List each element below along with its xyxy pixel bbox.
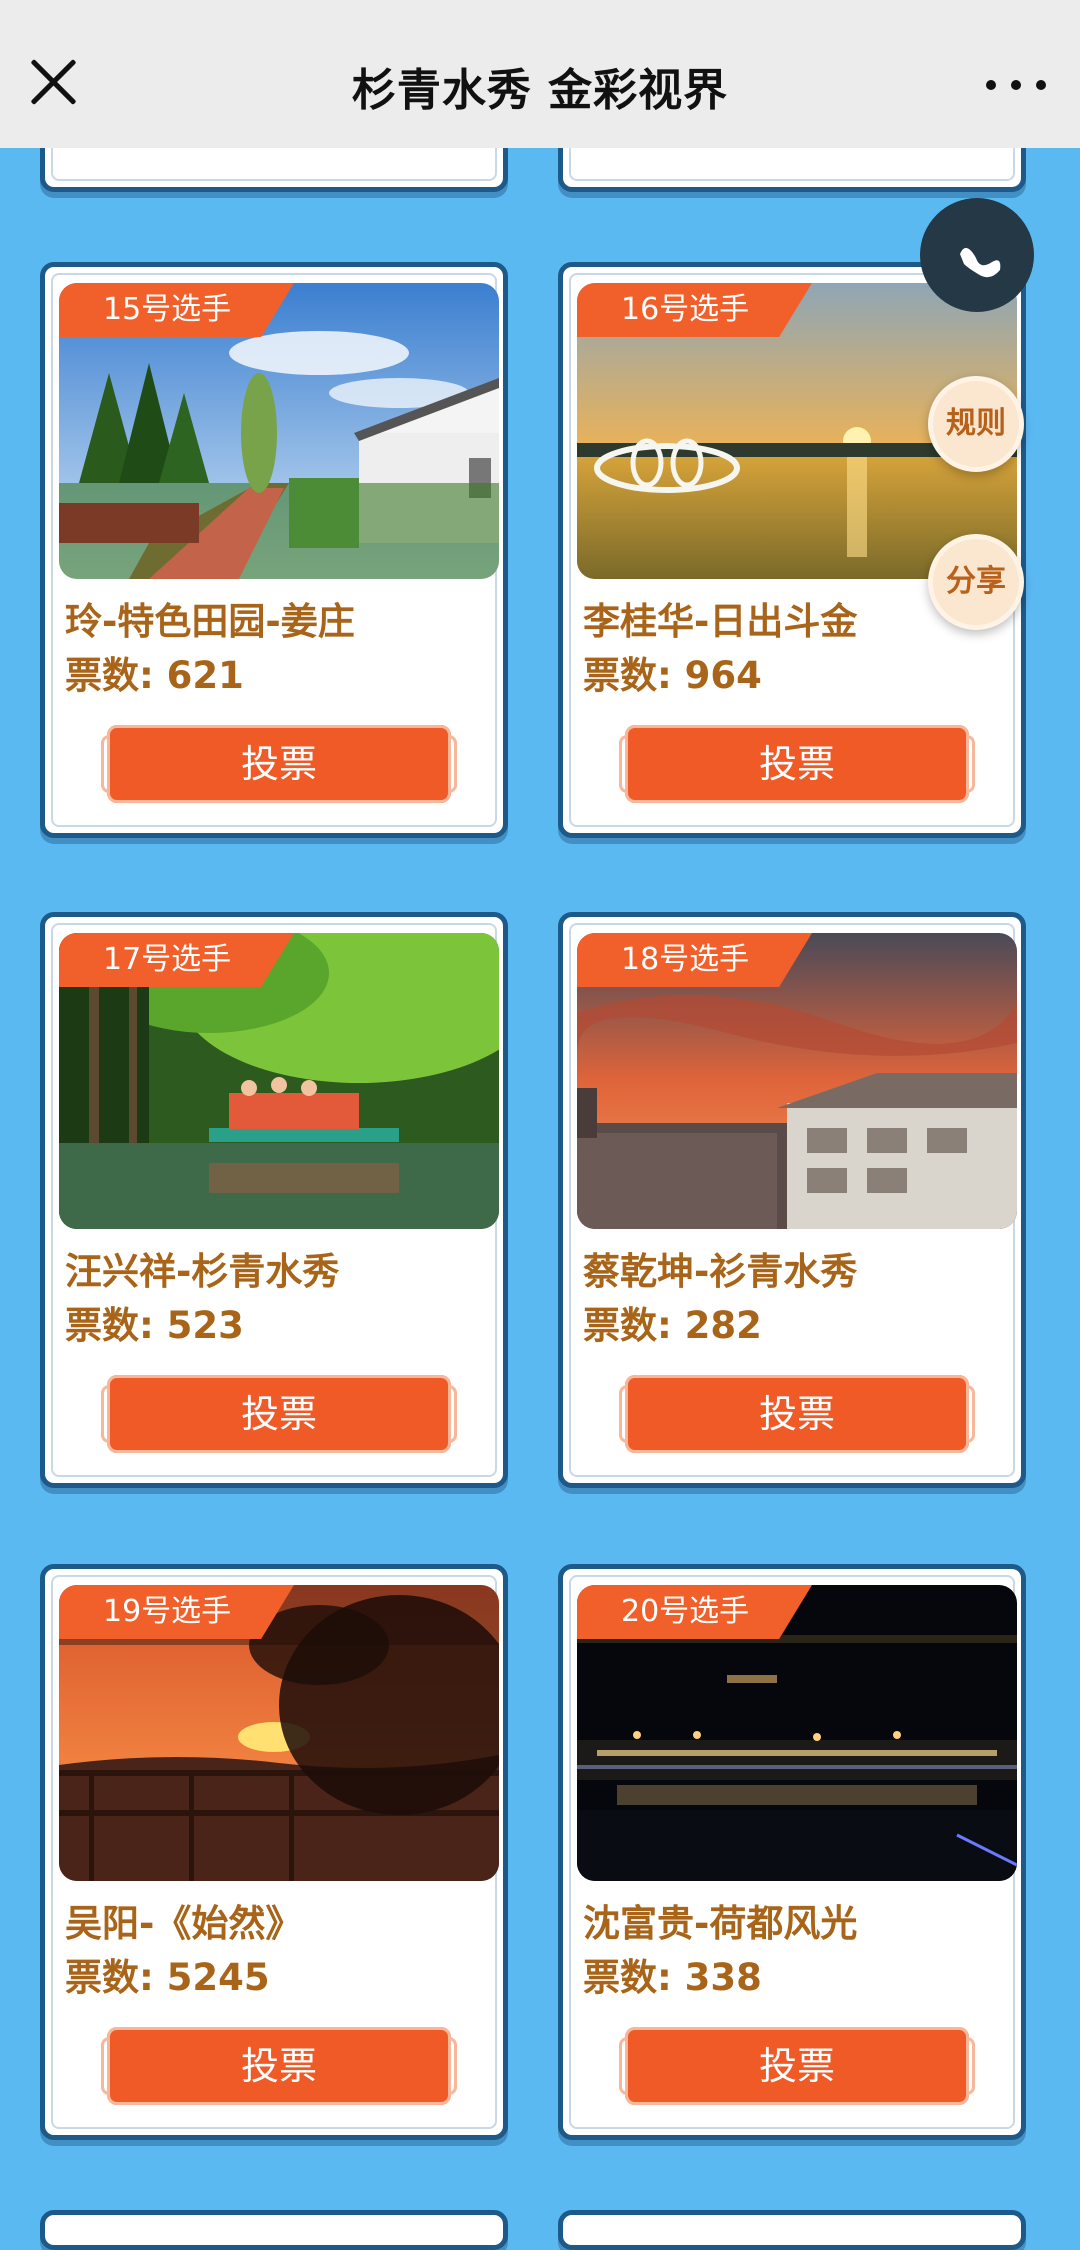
contestant-number-badge: 19号选手	[59, 1585, 294, 1639]
share-button[interactable]: 分享	[928, 534, 1024, 630]
more-options-icon[interactable]	[986, 70, 1046, 100]
music-icon	[960, 247, 1001, 278]
entry-title: 汪兴祥-杉青水秀	[65, 1250, 340, 1293]
contestant-card: 17号选手 汪兴祥-杉青水秀 票数: 523 投票	[40, 912, 508, 1488]
vote-count: 票数: 338	[583, 1956, 762, 1999]
contestant-card: 15号选手 玲-特色田园-姜庄 票数: 621 投票	[40, 262, 508, 838]
vote-button[interactable]: 投票	[101, 725, 457, 803]
vote-button[interactable]: 投票	[619, 1375, 975, 1453]
contestant-number-badge: 17号选手	[59, 933, 294, 987]
contestant-number-badge: 20号选手	[577, 1585, 812, 1639]
vote-button[interactable]: 投票	[619, 725, 975, 803]
entry-title: 玲-特色田园-姜庄	[65, 600, 355, 643]
entry-title: 蔡乾坤-衫青水秀	[583, 1250, 858, 1293]
entry-title: 李桂华-日出斗金	[583, 600, 858, 643]
contestant-number-badge: 18号选手	[577, 933, 812, 987]
contestant-card: 18号选手 蔡乾坤-衫青水秀 票数: 282 投票	[558, 912, 1026, 1488]
vote-button[interactable]: 投票	[619, 2027, 975, 2105]
vote-count: 票数: 523	[65, 1304, 244, 1347]
contestant-card: 19号选手 吴阳-《始然》 票数: 5245 投票	[40, 1564, 508, 2140]
music-toggle-button[interactable]	[920, 198, 1034, 312]
entry-title: 沈富贵-荷都风光	[583, 1902, 858, 1945]
vote-count: 票数: 621	[65, 654, 244, 697]
vote-count: 票数: 5245	[65, 1956, 270, 1999]
rules-button[interactable]: 规则	[928, 376, 1024, 472]
vote-count: 票数: 282	[583, 1304, 762, 1347]
partial-card-bottom-right	[558, 2210, 1026, 2250]
contestant-card: 20号选手 沈富贵-荷都风光 票数: 338 投票	[558, 1564, 1026, 2140]
contestant-number-badge: 15号选手	[59, 283, 294, 337]
vote-count: 票数: 964	[583, 654, 762, 697]
vote-button[interactable]: 投票	[101, 1375, 457, 1453]
top-nav-bar: 杉青水秀 金彩视界	[0, 0, 1080, 148]
vote-button[interactable]: 投票	[101, 2027, 457, 2105]
page-title: 杉青水秀 金彩视界	[351, 65, 729, 116]
entry-title: 吴阳-《始然》	[65, 1902, 303, 1945]
partial-card-bottom-left	[40, 2210, 508, 2250]
contestant-number-badge: 16号选手	[577, 283, 812, 337]
